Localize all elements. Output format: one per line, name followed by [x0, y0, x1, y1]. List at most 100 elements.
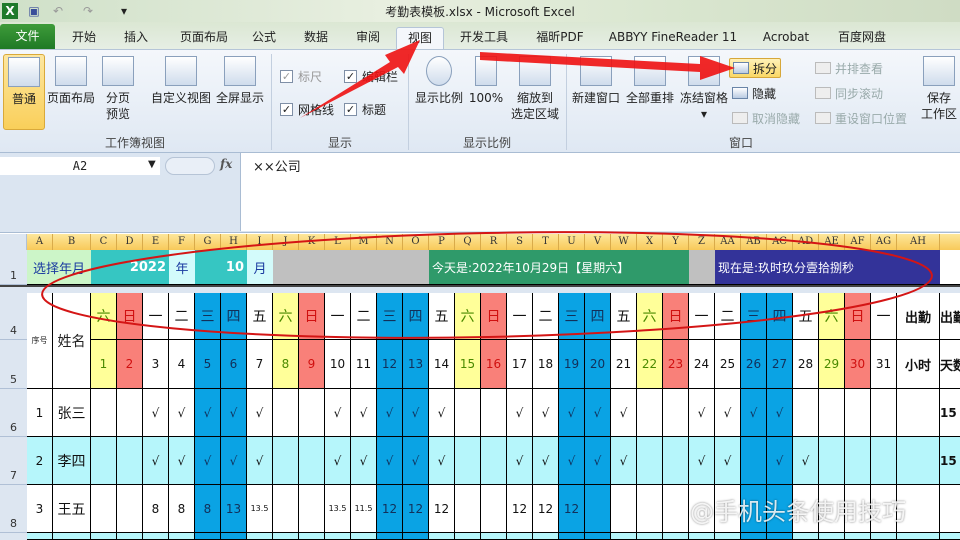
attendance-cell[interactable]: √	[195, 389, 221, 437]
attendance-cell[interactable]	[117, 437, 143, 485]
attendance-cell[interactable]: 8	[195, 485, 221, 533]
weekday-cell[interactable]: 日	[299, 293, 325, 340]
date-cell[interactable]: 21	[611, 340, 637, 389]
row-number-cell[interactable]: 3	[27, 485, 53, 533]
name-box[interactable]: A2	[0, 157, 160, 175]
date-cell[interactable]: 11	[351, 340, 377, 389]
column-header[interactable]: R	[481, 234, 507, 250]
attendance-cell[interactable]: √	[403, 437, 429, 485]
column-header[interactable]: T	[533, 234, 559, 250]
date-cell[interactable]: 4	[169, 340, 195, 389]
gridlines-checkbox[interactable]: ✓ 网格线	[280, 101, 334, 118]
table-cell[interactable]	[455, 533, 481, 540]
attendance-hours-header[interactable]: 小时	[897, 340, 940, 389]
page-break-preview-button[interactable]: 分页 预览	[100, 54, 136, 130]
weekday-cell[interactable]: 六	[819, 293, 845, 340]
attendance-cell[interactable]	[481, 485, 507, 533]
column-header[interactable]: A	[27, 234, 53, 250]
headings-checkbox[interactable]: ✓ 标题	[344, 101, 386, 118]
weekday-cell[interactable]: 日	[481, 293, 507, 340]
column-header[interactable]: AH	[897, 234, 940, 250]
attendance-cell[interactable]	[455, 485, 481, 533]
weekday-cell[interactable]: 二	[169, 293, 195, 340]
attendance-cell[interactable]	[455, 437, 481, 485]
tab-foxit-pdf[interactable]: 福昕PDF	[530, 27, 590, 49]
weekday-cell[interactable]: 五	[247, 293, 273, 340]
attendance-cell[interactable]	[91, 485, 117, 533]
attendance-cell[interactable]	[637, 437, 663, 485]
attendance-cell[interactable]	[273, 389, 299, 437]
table-cell[interactable]	[403, 533, 429, 540]
table-cell[interactable]	[195, 533, 221, 540]
zoom-button[interactable]: 显示比例	[412, 54, 466, 130]
date-cell[interactable]: 29	[819, 340, 845, 389]
weekday-cell[interactable]: 五	[429, 293, 455, 340]
tab-baidu-netdisk[interactable]: 百度网盘	[830, 27, 894, 49]
table-cell[interactable]	[143, 533, 169, 540]
column-header[interactable]: Y	[663, 234, 689, 250]
date-cell[interactable]: 2	[117, 340, 143, 389]
attendance-cell[interactable]	[819, 389, 845, 437]
table-cell[interactable]	[897, 533, 940, 540]
attendance-days-header[interactable]: 天数	[940, 340, 960, 389]
attendance-cell[interactable]: 12	[533, 485, 559, 533]
attendance-cell[interactable]: √	[585, 389, 611, 437]
normal-view-button[interactable]: 普通	[3, 54, 45, 130]
tab-developer[interactable]: 开发工具	[452, 27, 516, 49]
attendance-cell[interactable]: √	[247, 389, 273, 437]
attendance-cell[interactable]: 12	[507, 485, 533, 533]
date-cell[interactable]: 19	[559, 340, 585, 389]
table-cell[interactable]	[940, 533, 960, 540]
attendance-cell[interactable]: 12	[403, 485, 429, 533]
attendance-cell[interactable]: √	[533, 437, 559, 485]
column-header[interactable]: AI	[940, 234, 960, 250]
formula-input[interactable]: ××公司	[240, 153, 960, 231]
table-cell[interactable]	[273, 533, 299, 540]
table-cell[interactable]	[247, 533, 273, 540]
attendance-cell[interactable]: 12	[429, 485, 455, 533]
blank-gray-cell[interactable]	[273, 250, 429, 285]
blank-gray-cell[interactable]	[689, 250, 715, 285]
weekday-cell[interactable]: 六	[637, 293, 663, 340]
date-cell[interactable]: 23	[663, 340, 689, 389]
attendance-cell[interactable]	[91, 389, 117, 437]
weekday-cell[interactable]: 四	[767, 293, 793, 340]
weekday-cell[interactable]: 六	[91, 293, 117, 340]
column-header[interactable]: Z	[689, 234, 715, 250]
attendance-cell[interactable]	[637, 389, 663, 437]
date-cell[interactable]: 6	[221, 340, 247, 389]
column-header[interactable]: V	[585, 234, 611, 250]
column-header[interactable]: I	[247, 234, 273, 250]
date-cell[interactable]: 31	[871, 340, 897, 389]
column-header[interactable]: P	[429, 234, 455, 250]
weekday-cell[interactable]: 一	[689, 293, 715, 340]
date-cell[interactable]: 10	[325, 340, 351, 389]
row-header[interactable]: 7	[0, 437, 27, 485]
attendance-cell[interactable]	[117, 485, 143, 533]
weekday-cell[interactable]: 三	[377, 293, 403, 340]
column-header[interactable]: U	[559, 234, 585, 250]
table-cell[interactable]	[585, 533, 611, 540]
reset-window-position-button[interactable]: 重设窗口位置	[812, 108, 910, 128]
select-all-corner[interactable]	[0, 234, 27, 250]
attendance-cell[interactable]	[91, 437, 117, 485]
attendance-cell[interactable]	[819, 437, 845, 485]
table-cell[interactable]	[221, 533, 247, 540]
table-cell[interactable]	[169, 533, 195, 540]
month-input[interactable]: 10	[195, 250, 247, 285]
date-cell[interactable]: 7	[247, 340, 273, 389]
attendance-cell[interactable]: √	[403, 389, 429, 437]
table-cell[interactable]	[533, 533, 559, 540]
attendance-cell[interactable]	[663, 437, 689, 485]
date-cell[interactable]: 20	[585, 340, 611, 389]
attendance-cell[interactable]: 11.5	[351, 485, 377, 533]
weekday-cell[interactable]: 日	[845, 293, 871, 340]
attendance-cell[interactable]	[481, 389, 507, 437]
attendance-cell[interactable]: √	[351, 437, 377, 485]
today-date-label[interactable]: 今天是:2022年10月29日【星期六】	[429, 250, 689, 285]
attendance-cell[interactable]	[481, 437, 507, 485]
tab-insert[interactable]: 插入	[114, 27, 158, 49]
formula-bar-checkbox[interactable]: ✓ 编辑栏	[344, 68, 398, 85]
table-cell[interactable]	[871, 533, 897, 540]
column-header[interactable]: AE	[819, 234, 845, 250]
